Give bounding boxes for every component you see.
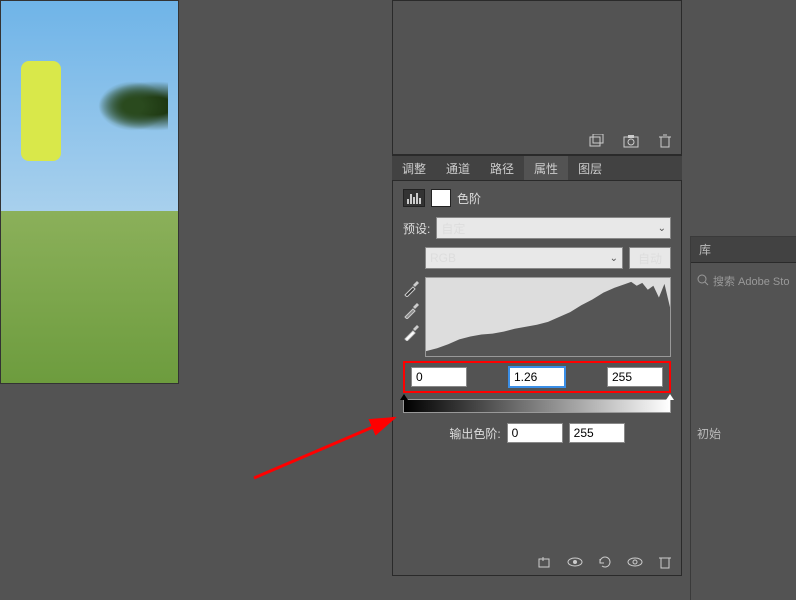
- camera-icon[interactable]: [623, 134, 639, 148]
- preset-select[interactable]: 自定: [436, 217, 671, 239]
- tab-channels[interactable]: 通道: [436, 156, 480, 180]
- panel-stack: 调整 通道 路径 属性 图层 色阶 预设: 自定 RGB 自动: [392, 0, 682, 600]
- output-black-value[interactable]: [507, 423, 563, 443]
- visibility-toggle-icon[interactable]: [627, 555, 643, 569]
- right-sidebar: 库 搜索 Adobe Sto 初始: [690, 236, 796, 600]
- init-label: 初始: [691, 419, 796, 448]
- input-midtone[interactable]: [509, 367, 565, 387]
- new-adjustment-icon[interactable]: [589, 134, 605, 148]
- output-levels-label: 输出色阶:: [449, 425, 500, 442]
- canvas-area[interactable]: [0, 0, 317, 600]
- search-placeholder[interactable]: 搜索 Adobe Sto: [713, 273, 789, 289]
- tab-properties[interactable]: 属性: [524, 156, 568, 180]
- preset-label: 预设:: [403, 220, 430, 237]
- tab-layers[interactable]: 图层: [568, 156, 612, 180]
- adjustments-preview-panel: [392, 0, 682, 155]
- eyedropper-gray-icon[interactable]: [403, 303, 419, 319]
- output-black-slider[interactable]: [400, 394, 408, 400]
- levels-adjustment-icon: [403, 189, 425, 207]
- input-black-point[interactable]: [411, 367, 467, 387]
- levels-title: 色阶: [457, 190, 481, 207]
- properties-tabs: 调整 通道 路径 属性 图层: [392, 155, 682, 181]
- channel-select[interactable]: RGB: [425, 247, 623, 269]
- photo-content: [1, 1, 178, 383]
- view-previous-state-icon[interactable]: [567, 555, 583, 569]
- eyedropper-black-icon[interactable]: [403, 281, 419, 297]
- search-icon[interactable]: [697, 274, 709, 289]
- histogram[interactable]: [425, 277, 671, 357]
- layer-mask-thumb[interactable]: [431, 189, 451, 207]
- output-gradient[interactable]: [403, 399, 671, 413]
- eyedropper-white-icon[interactable]: [403, 325, 419, 341]
- output-white-value[interactable]: [569, 423, 625, 443]
- input-levels-highlight: [403, 361, 671, 393]
- trash-icon[interactable]: [657, 134, 673, 148]
- delete-adjustment-icon[interactable]: [657, 555, 673, 569]
- clip-to-layer-icon[interactable]: [537, 555, 553, 569]
- tab-paths[interactable]: 路径: [480, 156, 524, 180]
- auto-button[interactable]: 自动: [629, 247, 671, 269]
- output-white-slider[interactable]: [666, 394, 674, 400]
- properties-panel: 色阶 预设: 自定 RGB 自动: [392, 181, 682, 576]
- tab-adjust[interactable]: 调整: [392, 156, 436, 180]
- document-image[interactable]: [0, 0, 179, 384]
- reset-icon[interactable]: [597, 555, 613, 569]
- input-white-point[interactable]: [607, 367, 663, 387]
- tab-library[interactable]: 库: [691, 237, 796, 263]
